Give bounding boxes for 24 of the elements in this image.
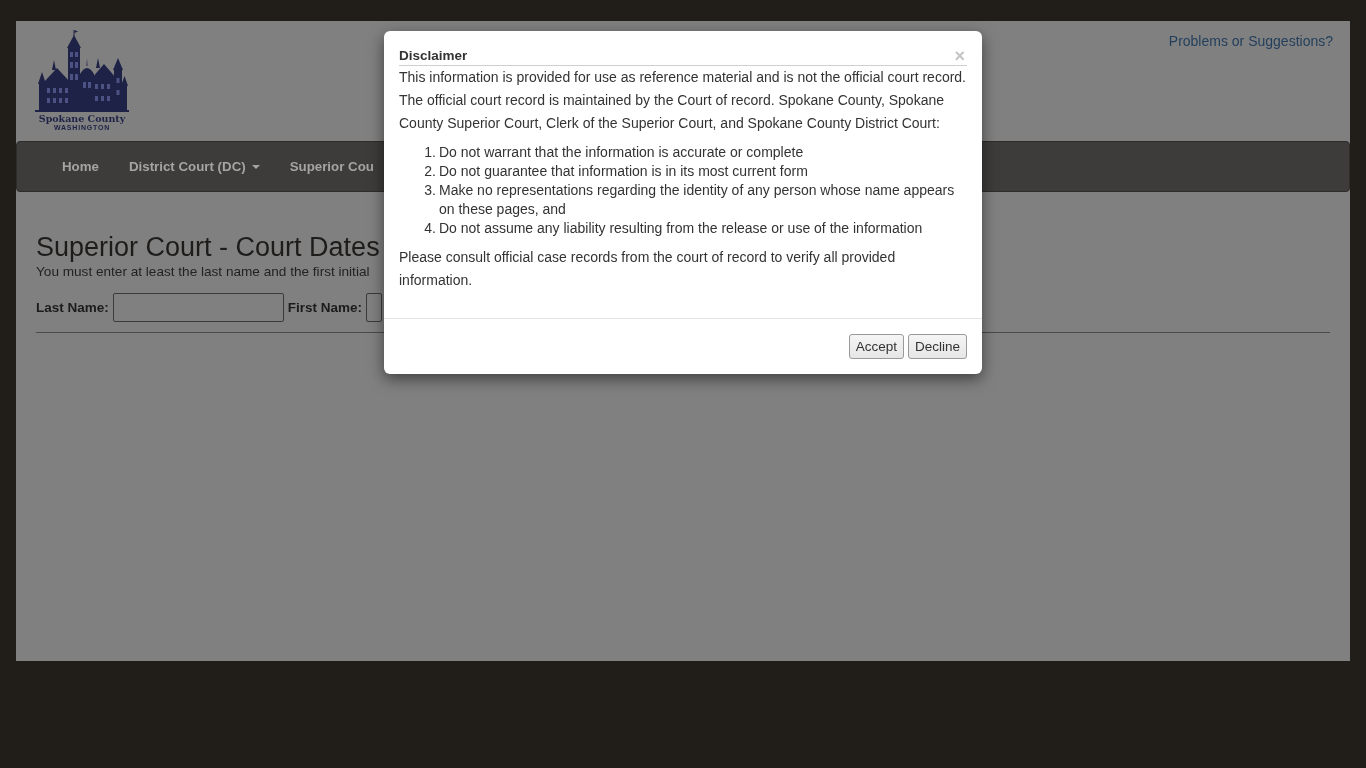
dialog-button[interactable]: Decline	[907, 334, 967, 359]
list-number: 4.	[424, 219, 436, 238]
field-label: Last Name:	[36, 300, 109, 315]
list-number: 2.	[424, 162, 436, 181]
field-label: First Name:	[287, 300, 363, 315]
note-text: Please consult official case records from the court of record to verify all provided information.	[399, 248, 897, 290]
list-item-text: Make no representations regarding the identity of any person whose name appears on these pages, and	[439, 181, 956, 219]
dialog-button[interactable]: Accept	[848, 334, 904, 359]
disclaimer-text: This information is provided for use as reference material and is not the official court record. The official court record is maintained by the Court of record. Spokane County, Spokane County Superior Court, Clerk of the Superior Court, and Spokane County District Court:	[399, 68, 967, 133]
feedback-link[interactable]: Problems or Suggestions?	[1168, 33, 1333, 49]
nav-item[interactable]: Home	[62, 156, 99, 177]
list-item-text: Do not warrant that the information is accurate or complete	[439, 143, 805, 162]
input-field[interactable]	[112, 293, 284, 322]
list-number: 1.	[424, 143, 436, 162]
list-item-text: Do not guarantee that information is in its most current form	[439, 162, 809, 181]
page-title: Superior Court - Court Dates	[36, 232, 380, 263]
dialog-title: Disclaimer	[399, 47, 468, 65]
nav-item[interactable]: District Court (DC)	[128, 156, 260, 177]
nav-item[interactable]: Superior Cou	[289, 156, 374, 177]
logo-title: Spokane County	[38, 113, 126, 124]
input-field[interactable]	[366, 293, 383, 322]
instructions-text: You must enter at least the last name and the first initial	[36, 264, 370, 280]
list-item-text: Do not assume any liability resulting from the release or use of the information	[439, 219, 924, 238]
list-number: 3.	[424, 181, 436, 200]
